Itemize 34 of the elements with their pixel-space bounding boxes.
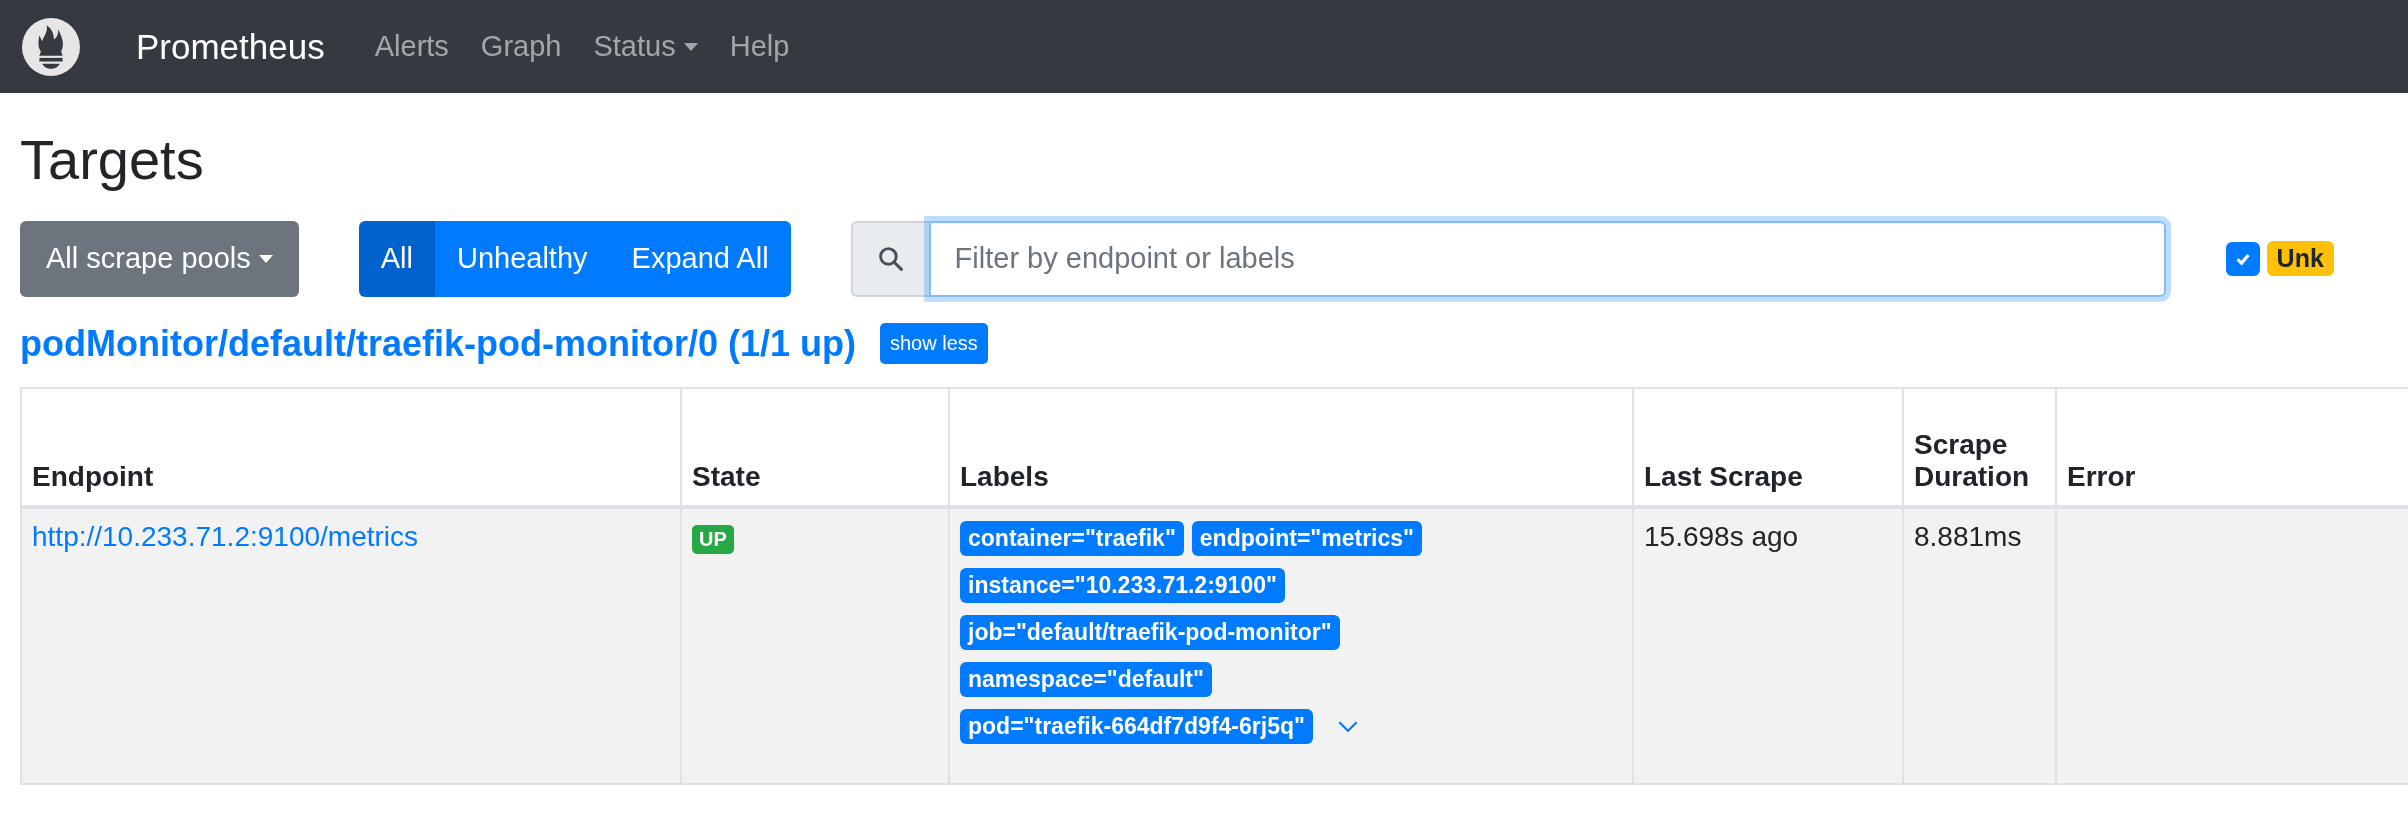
label-badge: namespace="default" <box>960 661 1212 697</box>
column-header: Last Scrape <box>1644 460 1803 492</box>
pool-title-link[interactable]: podMonitor/default/traefik-pod-monitor/0 (1/1 up) <box>20 322 856 365</box>
search-icon <box>877 245 904 272</box>
label-badge: job="default/traefik-pod-monitor" <box>960 614 1340 650</box>
column-header: Labels <box>960 460 1049 492</box>
endpoint-link[interactable]: http://10.233.71.2:9100/metrics <box>32 520 419 552</box>
label-badge: container="traefik" <box>960 520 1184 556</box>
column-header: State <box>692 460 761 492</box>
nav-link[interactable]: Graph <box>480 30 562 63</box>
nav-link[interactable]: Status <box>593 30 698 63</box>
brand-name[interactable]: Prometheus <box>136 26 325 67</box>
label-badge: pod="traefik-664df7d9f4-6rj5q" <box>960 708 1313 744</box>
table-cell: 15.698s ago <box>1644 520 1799 552</box>
nav-link[interactable]: Alerts <box>374 30 449 63</box>
table-cell: 8.881ms <box>1914 520 2022 552</box>
nav-link[interactable]: Help <box>729 30 790 63</box>
state-badge: UP <box>692 524 734 554</box>
filter-button[interactable]: Unhealthy <box>434 220 610 297</box>
scrape-pool-dropdown[interactable]: All scrape pools <box>20 220 299 297</box>
column-header: Error <box>2067 460 2136 492</box>
chevron-down-icon[interactable] <box>1336 719 1359 733</box>
column-header: Endpoint <box>32 460 154 492</box>
filter-button[interactable]: All <box>358 220 435 297</box>
search-field[interactable]: Filter by endpoint or labels <box>928 220 2166 297</box>
state-badge: Unk <box>2266 241 2334 277</box>
column-header: Scrape Duration <box>1914 428 2030 492</box>
page-title: Targets <box>20 129 205 191</box>
checkbox[interactable] <box>2225 241 2260 276</box>
show-less-button[interactable]: show less <box>879 323 988 365</box>
label-badge: endpoint="metrics" <box>1191 520 1422 556</box>
label-badge: instance="10.233.71.2:9100" <box>960 567 1285 603</box>
filter-button[interactable]: Expand All <box>609 220 791 297</box>
prometheus-logo-icon[interactable] <box>22 17 80 76</box>
